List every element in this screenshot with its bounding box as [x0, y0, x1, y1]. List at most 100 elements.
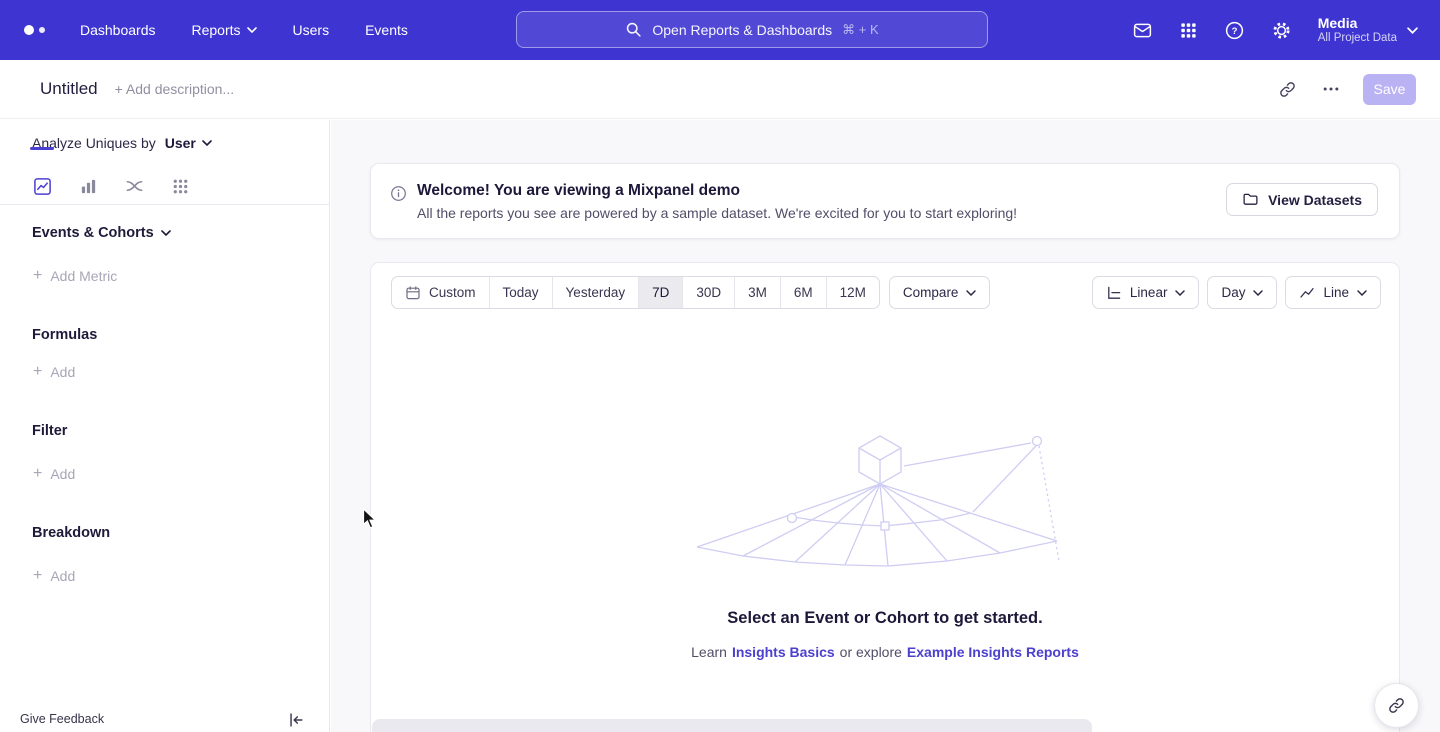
search-icon [625, 21, 642, 38]
range-3m[interactable]: 3M [734, 277, 780, 308]
range-today[interactable]: Today [489, 277, 552, 308]
example-reports-link[interactable]: Example Insights Reports [907, 644, 1079, 660]
add-metric-button[interactable]: + Add Metric [33, 268, 117, 284]
save-button[interactable]: Save [1363, 74, 1416, 105]
inbox-icon[interactable] [1132, 20, 1153, 41]
tab-flows[interactable] [122, 174, 146, 198]
range-3m-label: 3M [748, 285, 767, 300]
gear-icon[interactable] [1271, 20, 1292, 41]
tab-metrics-grid[interactable] [168, 174, 192, 198]
copy-link-icon[interactable] [1275, 77, 1299, 101]
insights-basics-link[interactable]: Insights Basics [732, 644, 835, 660]
add-breakdown-label: Add [50, 568, 75, 584]
nav-users[interactable]: Users [293, 22, 330, 38]
link-icon [1387, 696, 1406, 715]
visualization-tabs [0, 174, 330, 204]
project-name: Media [1318, 15, 1397, 31]
main-content: Welcome! You are viewing a Mixpanel demo… [331, 120, 1440, 732]
tab-bar-chart[interactable] [76, 174, 100, 198]
breakdown-section: Breakdown [32, 525, 110, 541]
range-7d[interactable]: 7D [638, 277, 682, 308]
linear-scale-icon [1106, 285, 1122, 301]
chevron-down-icon [1357, 290, 1367, 296]
events-cohorts-section[interactable]: Events & Cohorts [32, 225, 171, 241]
give-feedback-link[interactable]: Give Feedback [20, 712, 104, 726]
chevron-down-icon [161, 230, 171, 236]
nav-reports[interactable]: Reports [192, 22, 257, 38]
nav-reports-label: Reports [192, 22, 241, 38]
empty-sub-pre: Learn [691, 644, 727, 660]
add-breakdown-button[interactable]: + Add [33, 568, 75, 584]
nav-dashboards-label: Dashboards [80, 22, 156, 38]
report-title[interactable]: Untitled [40, 79, 98, 99]
chevron-down-icon [202, 140, 212, 146]
mixpanel-logo[interactable] [24, 25, 58, 35]
filter-label: Filter [32, 423, 67, 439]
navbar-right: ? Media All Project Data [1132, 0, 1418, 60]
scale-dropdown[interactable]: Linear [1092, 276, 1200, 309]
chevron-down-icon [1407, 27, 1418, 34]
range-yesterday[interactable]: Yesterday [552, 277, 639, 308]
report-toolbar: Custom Today Yesterday 7D 30D 3M 6M 12M … [391, 276, 1381, 309]
active-tab-indicator [30, 147, 54, 150]
apps-grid-icon[interactable] [1179, 21, 1198, 40]
collapse-sidebar-icon[interactable] [287, 711, 305, 729]
divider [0, 204, 330, 205]
range-today-label: Today [503, 285, 539, 300]
add-formula-button[interactable]: + Add [33, 364, 75, 380]
empty-sub-mid: or explore [840, 644, 902, 660]
report-description-placeholder[interactable]: + Add description... [115, 81, 234, 97]
share-link-fab[interactable] [1374, 683, 1419, 728]
nav-events-label: Events [365, 22, 408, 38]
insights-report-card: Custom Today Yesterday 7D 30D 3M 6M 12M … [370, 262, 1400, 732]
global-search-button[interactable]: Open Reports & Dashboards ⌘ + K [516, 11, 988, 48]
chevron-down-icon [1175, 290, 1185, 296]
range-30d[interactable]: 30D [682, 277, 734, 308]
compare-button[interactable]: Compare [889, 276, 991, 309]
plus-icon: + [33, 269, 42, 283]
interval-dropdown[interactable]: Day [1207, 276, 1277, 309]
range-6m[interactable]: 6M [780, 277, 826, 308]
help-icon[interactable]: ? [1224, 20, 1245, 41]
range-custom[interactable]: Custom [392, 277, 489, 308]
analyze-by-dropdown[interactable]: User [165, 135, 212, 151]
empty-state-subtitle: Learn Insights Basics or explore Example… [371, 644, 1399, 660]
project-subtitle: All Project Data [1318, 31, 1397, 45]
search-placeholder: Open Reports & Dashboards [652, 22, 832, 38]
nav-dashboards[interactable]: Dashboards [80, 22, 156, 38]
analyze-row: Analyze Uniques by User [32, 135, 212, 151]
interval-label: Day [1221, 285, 1245, 300]
chart-type-label: Line [1323, 285, 1349, 300]
date-range-control: Custom Today Yesterday 7D 30D 3M 6M 12M [391, 276, 880, 309]
welcome-banner: Welcome! You are viewing a Mixpanel demo… [370, 163, 1400, 239]
logo-dot-small [39, 27, 45, 33]
breakdown-label: Breakdown [32, 525, 110, 541]
add-filter-button[interactable]: + Add [33, 466, 75, 482]
events-cohorts-label: Events & Cohorts [32, 225, 154, 241]
query-builder-sidebar: Analyze Uniques by User Events & Cohorts… [0, 120, 330, 732]
logo-dot-large [24, 25, 34, 35]
nav-events[interactable]: Events [365, 22, 408, 38]
chart-type-dropdown[interactable]: Line [1285, 276, 1381, 309]
chart-controls: Linear Day Line [1092, 276, 1381, 309]
folder-icon [1242, 191, 1259, 208]
tab-line-chart[interactable] [30, 174, 54, 198]
add-metric-label: Add Metric [50, 268, 117, 284]
formulas-label: Formulas [32, 327, 97, 343]
report-header-bar: Untitled + Add description... Save [0, 60, 1440, 119]
header-actions: Save [1275, 74, 1416, 105]
banner-subtitle: All the reports you see are powered by a… [417, 205, 1017, 221]
chevron-down-icon [247, 27, 257, 33]
next-section-peek [372, 719, 1092, 732]
banner-title: Welcome! You are viewing a Mixpanel demo [417, 182, 740, 200]
project-switcher[interactable]: Media All Project Data [1318, 15, 1418, 45]
range-yesterday-label: Yesterday [566, 285, 626, 300]
svg-text:?: ? [1231, 26, 1237, 37]
range-7d-label: 7D [652, 285, 669, 300]
more-options-icon[interactable] [1319, 77, 1343, 101]
plus-icon: + [33, 467, 42, 481]
plus-icon: + [33, 365, 42, 379]
view-datasets-button[interactable]: View Datasets [1226, 183, 1378, 216]
range-12m[interactable]: 12M [826, 277, 879, 308]
compare-label: Compare [903, 285, 959, 300]
